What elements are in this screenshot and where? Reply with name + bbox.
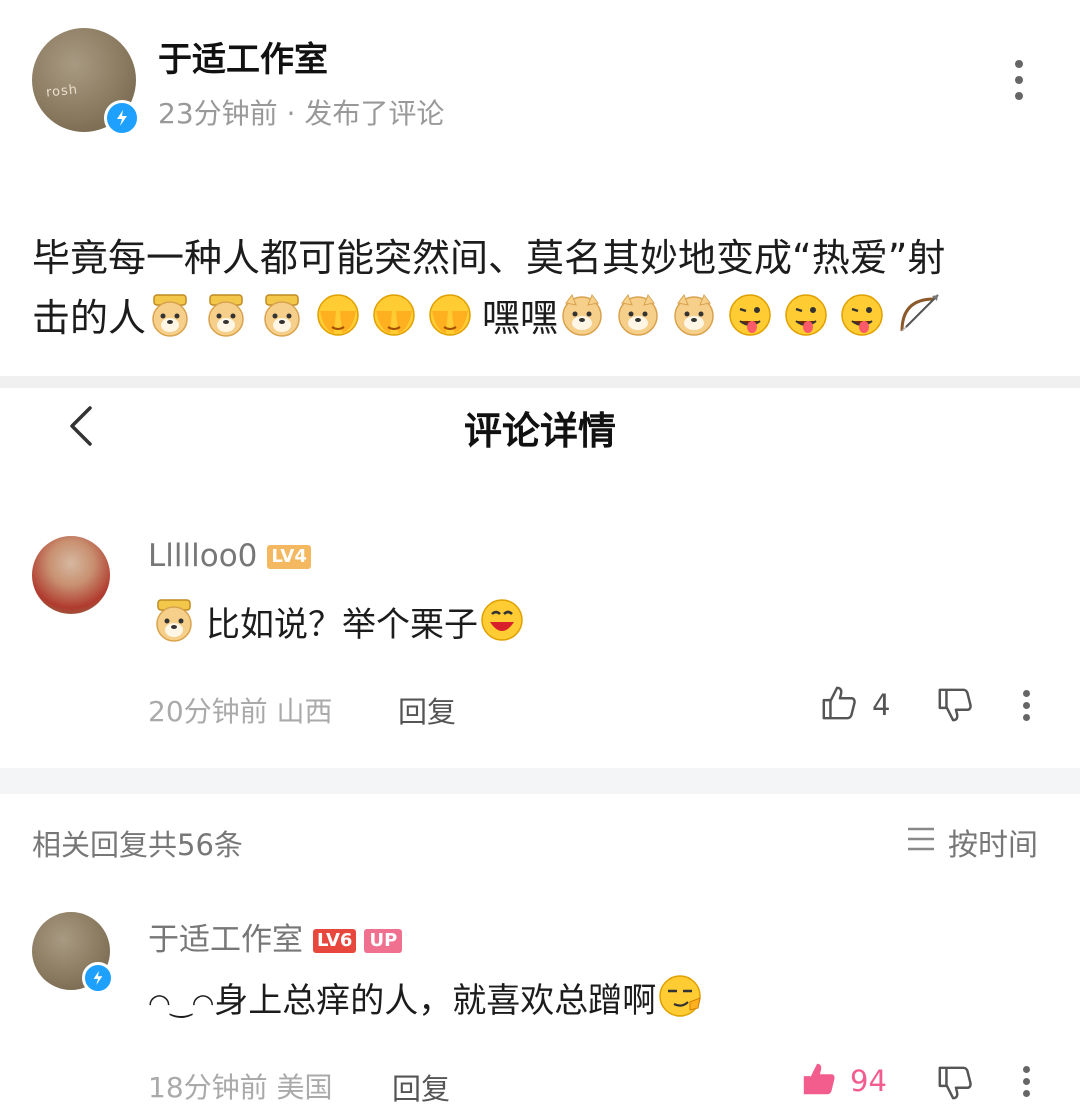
thumbs-up-icon — [800, 1060, 838, 1102]
commenter-username[interactable]: 于适工作室 — [148, 922, 303, 958]
verified-icon — [104, 100, 140, 136]
post-text-line2-prefix: 击的人 — [32, 296, 147, 340]
thumbs-down-icon[interactable] — [936, 1064, 974, 1106]
doge-crown-emoji-icon — [202, 294, 258, 340]
more-icon[interactable] — [1020, 1064, 1034, 1100]
up-badge: UP — [364, 929, 403, 953]
comment-time-location: 18分钟前 美国 — [148, 1071, 333, 1104]
post-author-name[interactable]: 于适工作室 — [158, 32, 328, 81]
avatar-text: rosh — [45, 82, 79, 101]
comment-body: 比如说？举个栗子 — [206, 605, 478, 645]
doge-emoji-icon — [670, 293, 726, 340]
section-divider — [0, 376, 1080, 388]
comment-text: ◠‿◠身上总痒的人，就喜欢总蹭啊 — [148, 972, 712, 1031]
post-text: 毕竟每一种人都可能突然间、莫名其妙地变成“热爱”射 击的人 嘿嘿 — [32, 228, 1052, 348]
bow-emoji-icon — [894, 294, 950, 340]
related-replies-count: 相关回复共56条 — [32, 828, 243, 862]
level-badge: LV6 — [313, 929, 357, 953]
more-icon[interactable] — [1020, 688, 1034, 724]
reply-button[interactable]: 回复 — [398, 689, 456, 731]
comment-time-location: 20分钟前 山西 — [148, 695, 333, 728]
doge-emoji-icon — [614, 293, 670, 340]
tongue-emoji-icon — [838, 294, 894, 340]
level-badge: LV4 — [267, 545, 311, 569]
thumbs-down-icon[interactable] — [936, 686, 974, 728]
post-text-line2-middle: 嘿嘿 — [482, 296, 559, 340]
sort-button[interactable]: 按时间 — [906, 820, 1038, 864]
like-button[interactable]: 94 — [800, 1060, 887, 1102]
post-text-line2: 击的人 嘿嘿 — [32, 288, 1052, 348]
like-button[interactable]: 4 — [820, 684, 890, 726]
sort-icon — [906, 825, 936, 860]
more-icon[interactable] — [1004, 58, 1034, 102]
smirk-emoji-icon — [656, 975, 712, 1021]
sort-label: 按时间 — [948, 828, 1038, 863]
commenter-name[interactable]: Llllloo0 LV4 — [148, 538, 311, 574]
laugh-red-emoji-icon — [478, 599, 534, 645]
commenter-username[interactable]: Llllloo0 — [148, 538, 257, 574]
tongue-emoji-icon — [782, 294, 838, 340]
covering-emoji-icon — [370, 294, 426, 340]
post-author-avatar[interactable]: rosh — [32, 28, 140, 136]
post-meta: 23分钟前 · 发布了评论 — [158, 97, 445, 130]
doge-crown-emoji-icon — [258, 294, 314, 340]
page-title: 评论详情 — [463, 409, 616, 453]
comment-body: 身上总痒的人，就喜欢总蹭啊 — [214, 981, 657, 1021]
covering-emoji-icon — [314, 294, 370, 340]
doge-crown-emoji-icon — [150, 599, 206, 645]
comment-kaomoji: ◠‿◠ — [148, 989, 215, 1019]
thumbs-up-icon — [820, 684, 858, 726]
verified-icon — [82, 962, 114, 994]
post-text-line1: 毕竟每一种人都可能突然间、莫名其妙地变成“热爱”射 — [32, 236, 946, 280]
like-count: 94 — [850, 1064, 887, 1098]
doge-crown-emoji-icon — [146, 294, 202, 340]
section-divider — [0, 768, 1080, 794]
tongue-emoji-icon — [726, 294, 782, 340]
comment-text: 比如说？举个栗子 — [150, 596, 534, 652]
doge-emoji-icon — [558, 293, 614, 340]
commenter-avatar[interactable] — [32, 912, 114, 994]
commenter-name[interactable]: 于适工作室 LV6 UP — [148, 914, 403, 959]
like-count: 4 — [872, 688, 891, 722]
commenter-avatar[interactable] — [32, 536, 110, 614]
covering-emoji-icon — [426, 294, 482, 340]
